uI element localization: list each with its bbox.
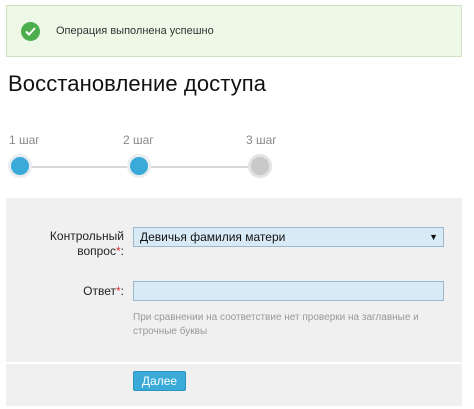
dropdown-arrow-icon: ▼ xyxy=(429,232,438,242)
question-label-line2: вопрос xyxy=(77,244,116,258)
step-2-label: 2 шаг xyxy=(123,133,154,147)
selected-question: Девичья фамилия матери xyxy=(140,230,286,244)
success-alert: Операция выполнена успешно xyxy=(6,5,462,57)
question-label: Контрольный вопрос*: xyxy=(49,229,124,258)
step-1-indicator xyxy=(8,154,32,178)
answer-label-text: Ответ xyxy=(83,284,116,298)
answer-input[interactable] xyxy=(133,281,444,301)
step-2-indicator xyxy=(127,154,151,178)
success-message: Операция выполнена успешно xyxy=(56,25,214,37)
page-title: Восстановление доступа xyxy=(8,71,267,96)
step-1-label: 1 шаг xyxy=(9,133,40,147)
step-3-indicator xyxy=(248,154,272,178)
form-footer xyxy=(6,364,462,406)
step-progress: 1 шаг 2 шаг 3 шаг xyxy=(0,128,474,188)
security-question-select[interactable]: Девичья фамилия матери ▼ xyxy=(133,227,444,247)
required-marker: * xyxy=(115,244,121,258)
step-3-label: 3 шаг xyxy=(246,133,277,147)
required-marker: * xyxy=(115,284,121,298)
next-button[interactable]: Далее xyxy=(133,371,186,391)
question-label-line1: Контрольный xyxy=(49,229,124,243)
answer-label: Ответ*: xyxy=(83,284,124,298)
checkmark-icon xyxy=(21,21,40,41)
case-hint: При сравнении на соответствие нет провер… xyxy=(133,312,419,337)
